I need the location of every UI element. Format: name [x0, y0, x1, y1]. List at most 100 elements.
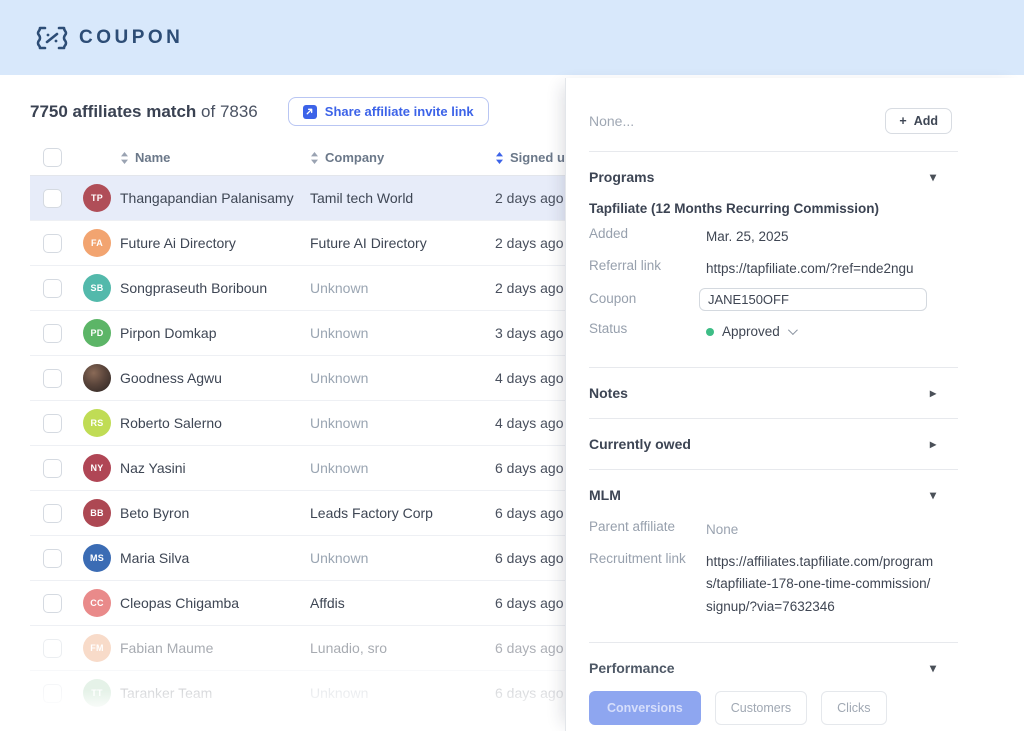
tags-placeholder[interactable]: None...: [589, 113, 634, 129]
affiliate-name: Fabian Maume: [120, 640, 310, 656]
affiliate-company: Lunadio, sro: [310, 640, 495, 656]
coupon-row: Coupon: [589, 291, 936, 311]
referral-link-value[interactable]: https://tapfiliate.com/?ref=nde2ngu: [706, 258, 914, 280]
divider: [589, 642, 958, 643]
row-checkbox[interactable]: [43, 234, 62, 253]
divider: [589, 469, 958, 470]
affiliate-company: Unknown: [310, 685, 495, 701]
row-checkbox[interactable]: [43, 369, 62, 388]
recruitment-link-value[interactable]: https://affiliates.tapfiliate.com/progra…: [706, 551, 936, 618]
match-count: 7750 affiliates match: [30, 102, 196, 121]
tab-conversions[interactable]: Conversions: [589, 691, 701, 725]
recruitment-link-row: Recruitment link https://affiliates.tapf…: [589, 551, 936, 618]
chevron-down-icon: [788, 325, 798, 335]
status-label: Status: [589, 321, 706, 336]
section-header-currently-owed[interactable]: Currently owed ▸: [589, 436, 936, 452]
notes-title: Notes: [589, 385, 628, 401]
logo-text: COUPON: [79, 27, 183, 49]
parent-affiliate-row: Parent affiliate None: [589, 519, 936, 541]
column-header-name[interactable]: Name: [120, 150, 310, 165]
performance-tabs: Conversions Customers Clicks: [589, 691, 936, 725]
affiliate-detail-panel: None... + Add Programs ▾ Tapfiliate (12 …: [565, 78, 1024, 731]
status-row: Status Approved: [589, 321, 936, 343]
row-checkbox[interactable]: [43, 684, 62, 703]
avatar: CC: [83, 589, 111, 617]
row-checkbox[interactable]: [43, 279, 62, 298]
share-button-label: Share affiliate invite link: [325, 104, 474, 119]
affiliate-company: Affdis: [310, 595, 495, 611]
row-checkbox[interactable]: [43, 549, 62, 568]
affiliate-company: Tamil tech World: [310, 190, 495, 206]
row-checkbox[interactable]: [43, 504, 62, 523]
share-invite-link-button[interactable]: Share affiliate invite link: [288, 97, 489, 126]
referral-link-label: Referral link: [589, 258, 706, 273]
chevron-down-icon: ▾: [930, 489, 936, 501]
divider: [589, 151, 958, 152]
added-value: Mar. 25, 2025: [706, 226, 789, 248]
affiliate-name: Thangapandian Palanisamy: [120, 190, 310, 206]
performance-title: Performance: [589, 660, 675, 676]
sort-icon-active: [495, 152, 504, 164]
affiliate-company: Unknown: [310, 415, 495, 431]
affiliate-name: Naz Yasini: [120, 460, 310, 476]
avatar: MS: [83, 544, 111, 572]
section-header-mlm[interactable]: MLM ▾: [589, 487, 936, 503]
sort-icon: [120, 152, 129, 164]
row-checkbox[interactable]: [43, 594, 62, 613]
parent-affiliate-label: Parent affiliate: [589, 519, 706, 534]
avatar: FA: [83, 229, 111, 257]
add-button[interactable]: + Add: [885, 108, 952, 134]
affiliate-company: Unknown: [310, 370, 495, 386]
select-all-checkbox[interactable]: [43, 148, 62, 167]
row-checkbox[interactable]: [43, 639, 62, 658]
affiliate-name: Roberto Salerno: [120, 415, 310, 431]
chevron-down-icon: ▾: [930, 662, 936, 674]
total-count: of 7836: [201, 102, 258, 121]
affiliate-name: Maria Silva: [120, 550, 310, 566]
added-row: Added Mar. 25, 2025: [589, 226, 936, 248]
row-checkbox[interactable]: [43, 189, 62, 208]
status-approved-dot: [706, 328, 714, 336]
affiliate-name: Goodness Agwu: [120, 370, 310, 386]
affiliate-company: Unknown: [310, 280, 495, 296]
parent-affiliate-value: None: [706, 519, 738, 541]
status-dropdown[interactable]: Approved: [706, 321, 795, 343]
sort-icon: [310, 152, 319, 164]
row-checkbox[interactable]: [43, 459, 62, 478]
affiliate-name: Taranker Team: [120, 685, 310, 701]
app-logo[interactable]: COUPON: [35, 25, 183, 51]
add-button-label: Add: [914, 114, 938, 128]
row-checkbox[interactable]: [43, 324, 62, 343]
affiliate-company: Unknown: [310, 325, 495, 341]
tab-customers[interactable]: Customers: [715, 691, 807, 725]
chevron-right-icon: ▸: [930, 387, 936, 399]
ticket-percent-icon: [35, 25, 69, 51]
column-header-company[interactable]: Company: [310, 150, 495, 165]
currently-owed-title: Currently owed: [589, 436, 691, 452]
mlm-title: MLM: [589, 487, 621, 503]
affiliate-company: Unknown: [310, 550, 495, 566]
referral-link-row: Referral link https://tapfiliate.com/?re…: [589, 258, 936, 280]
program-name: Tapfiliate (12 Months Recurring Commissi…: [589, 201, 936, 216]
plus-icon: +: [899, 114, 906, 128]
divider: [589, 418, 958, 419]
app-header: COUPON: [0, 0, 1024, 75]
section-header-programs[interactable]: Programs ▾: [589, 169, 936, 185]
section-header-performance[interactable]: Performance ▾: [589, 660, 936, 676]
page-title: 7750 affiliates match of 7836: [30, 102, 258, 122]
programs-title: Programs: [589, 169, 654, 185]
tab-clicks[interactable]: Clicks: [821, 691, 886, 725]
avatar: TT: [83, 679, 111, 707]
affiliate-company: Leads Factory Corp: [310, 505, 495, 521]
avatar: [83, 364, 111, 392]
coupon-input[interactable]: [699, 288, 927, 311]
row-checkbox[interactable]: [43, 414, 62, 433]
section-header-notes[interactable]: Notes ▸: [589, 385, 936, 401]
avatar: RS: [83, 409, 111, 437]
affiliate-name: Pirpon Domkap: [120, 325, 310, 341]
recruitment-link-label: Recruitment link: [589, 551, 706, 566]
affiliate-name: Songpraseuth Boriboun: [120, 280, 310, 296]
avatar: NY: [83, 454, 111, 482]
avatar: FM: [83, 634, 111, 662]
affiliate-company: Future AI Directory: [310, 235, 495, 251]
